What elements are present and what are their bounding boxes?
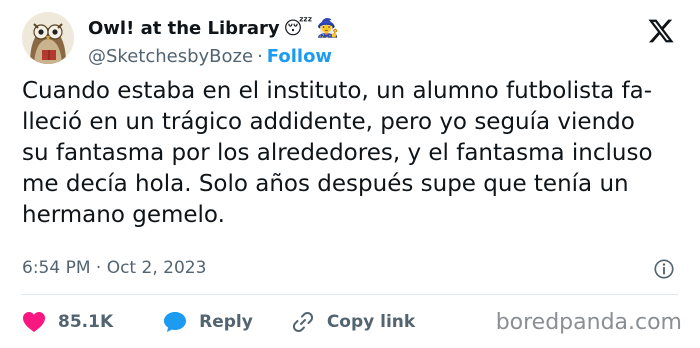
wizard-emoji: 🧙‍♀️ [316,17,339,39]
copy-link-label: Copy link [326,312,416,332]
tweet-line: hermano gemelo. [22,202,225,228]
author-handle[interactable]: @SketchesbyBoze [88,46,253,67]
author-name[interactable]: Owl! at the Library [88,18,280,39]
follow-button[interactable]: Follow [267,46,332,67]
info-icon[interactable] [653,258,675,280]
divider [22,294,678,295]
tweet-text: Cuando estaba en el instituto, un alumno… [22,76,682,231]
sleeping-emoji: 😴 [283,17,313,39]
link-icon [292,311,313,333]
likes-count: 85.1K [58,312,114,332]
tweet-line: lleció en un trágico addidente, pero yo … [22,109,635,135]
heart-icon [23,312,45,332]
action-bar: 85.1K Reply Copy link [22,308,415,336]
tweet-line: Cuando estaba en el instituto, un alumno… [22,78,653,104]
reply-label: Reply [199,312,253,332]
watermark: boredpanda.com [495,310,682,335]
owl-avatar-illustration [22,12,74,64]
avatar[interactable] [22,12,74,64]
copy-link-button[interactable]: Copy link [291,310,415,334]
x-logo-icon[interactable] [647,17,675,45]
author-name-row: Owl! at the Library 😴 🧙‍♀️ [88,18,339,39]
reply-bubble-icon [164,312,187,332]
tweet-line: me decía hola. Solo años después supe qu… [22,171,629,197]
reply-button[interactable]: Reply [163,311,253,333]
tweet-timestamp[interactable]: 6:54 PM · Oct 2, 2023 [22,258,206,278]
handle-row: @SketchesbyBoze · Follow [88,46,332,67]
separator-dot: · [257,46,263,67]
tweet-line: su fantasma por los alrededores, y el fa… [22,140,653,166]
like-button[interactable]: 85.1K [22,311,113,333]
